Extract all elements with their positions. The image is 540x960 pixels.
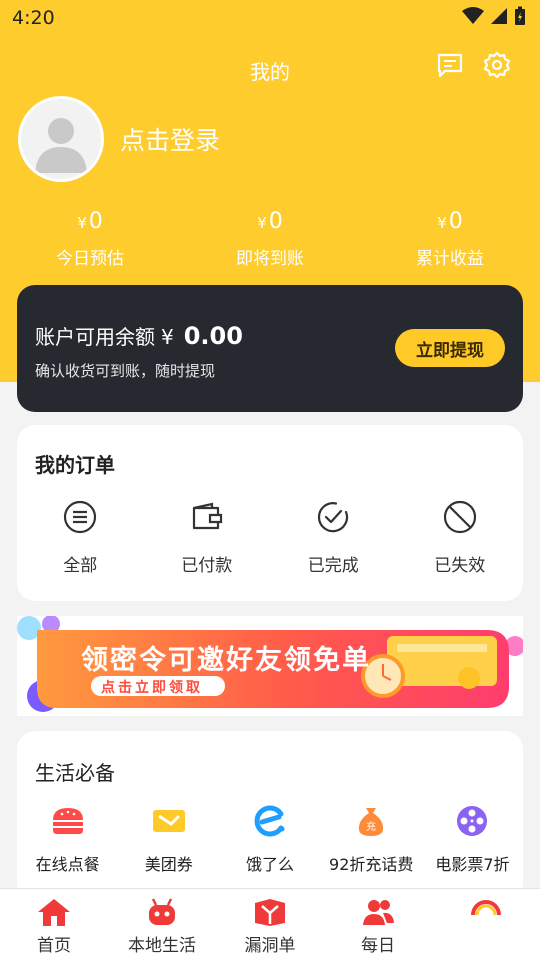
wifi-icon [462, 7, 484, 29]
stat-currency: ¥ [437, 214, 447, 232]
order-item-expired[interactable]: 已失效 [397, 497, 524, 576]
message-icon [436, 52, 464, 82]
life-item-label: 饿了么 [246, 855, 295, 874]
orders-title: 我的订单 [35, 453, 115, 477]
ticket-icon [149, 801, 189, 841]
gift-box-icon [251, 895, 289, 929]
life-essentials-card: 生活必备 在线点餐 美团券 饿了么 充 92折充话费 电影票7折 [17, 731, 523, 901]
order-item-label: 全部 [63, 556, 98, 576]
stat-label: 累计收益 [416, 249, 484, 269]
stat-currency: ¥ [77, 214, 87, 232]
list-icon [60, 497, 100, 537]
bottom-tab-bar: 首页 本地生活 漏洞单 每日 [0, 888, 540, 960]
order-items: 全部 已付款 已完成 已失效 [17, 497, 523, 576]
life-item-label: 92折充话费 [329, 855, 414, 874]
balance-amount: 0.00 [183, 322, 243, 350]
banner-headline: 领密令可邀好友领免单 [81, 645, 371, 676]
money-bag-icon: 充 [351, 801, 391, 841]
eleme-icon [250, 801, 290, 841]
life-item-label: 电影票7折 [435, 855, 510, 874]
battery-icon [514, 6, 526, 30]
balance-currency: ¥ [161, 325, 174, 349]
status-bar: 4:20 [0, 0, 540, 36]
promo-banner[interactable]: 领密令可邀好友领免单 点击立即领取 [17, 616, 523, 716]
check-circle-icon [313, 497, 353, 537]
avatar[interactable] [18, 96, 104, 182]
tab-daily[interactable]: 每日 [324, 889, 432, 960]
tab-my[interactable] [432, 889, 540, 960]
life-item-meituan-coupon[interactable]: 美团券 [118, 801, 219, 875]
my-icon [467, 895, 505, 929]
order-item-completed[interactable]: 已完成 [270, 497, 397, 576]
stat-label: 即将到账 [236, 249, 304, 269]
robot-icon [143, 895, 181, 929]
signal-icon [490, 7, 508, 29]
stat-label: 今日预估 [56, 249, 124, 269]
withdraw-button[interactable]: 立即提现 [395, 329, 505, 367]
svg-text:充: 充 [366, 820, 376, 833]
balance-title: 账户可用余额 [35, 325, 155, 349]
stat-total[interactable]: ¥0 累计收益 [360, 206, 540, 269]
orders-card: 我的订单 全部 已付款 已完成 已失效 [17, 425, 523, 601]
earnings-stats: ¥0 今日预估 ¥0 即将到账 ¥0 累计收益 [0, 206, 540, 269]
life-item-label: 美团券 [144, 855, 193, 874]
login-row[interactable]: 点击登录 [18, 96, 220, 182]
order-item-label: 已失效 [434, 556, 486, 576]
tab-loophole-deals[interactable]: 漏洞单 [216, 889, 324, 960]
stat-value: 0 [88, 209, 103, 234]
stat-value: 0 [448, 209, 463, 234]
tab-home[interactable]: 首页 [0, 889, 108, 960]
life-item-phone-recharge[interactable]: 充 92折充话费 [321, 801, 422, 875]
message-button[interactable] [434, 51, 466, 83]
tab-local-life[interactable]: 本地生活 [108, 889, 216, 960]
login-link[interactable]: 点击登录 [120, 121, 220, 157]
users-icon [359, 895, 397, 929]
balance-card: 账户可用余额 ¥ 0.00 确认收货可到账，随时提现 立即提现 [17, 285, 523, 412]
home-icon [35, 895, 73, 929]
stat-currency: ¥ [257, 214, 267, 232]
status-icons [462, 6, 526, 30]
balance-title-row: 账户可用余额 ¥ 0.00 [35, 321, 243, 350]
banner-cta[interactable]: 点击立即领取 [101, 677, 203, 697]
life-items: 在线点餐 美团券 饿了么 充 92折充话费 电影票7折 [17, 801, 523, 875]
life-item-eleme[interactable]: 饿了么 [219, 801, 320, 875]
balance-subtitle: 确认收货可到账，随时提现 [35, 362, 216, 380]
tab-label: 首页 [37, 936, 71, 956]
life-item-online-order[interactable]: 在线点餐 [17, 801, 118, 875]
life-item-movie-ticket[interactable]: 电影票7折 [422, 801, 523, 875]
burger-icon [48, 801, 88, 841]
stat-upcoming[interactable]: ¥0 即将到账 [180, 206, 360, 269]
ban-icon [440, 497, 480, 537]
life-item-label: 在线点餐 [35, 855, 100, 874]
tab-label: 每日 [361, 936, 395, 956]
tab-label: 漏洞单 [244, 936, 296, 956]
tab-label: 本地生活 [128, 936, 196, 956]
wallet-icon [187, 497, 227, 537]
status-time: 4:20 [12, 7, 55, 29]
order-item-label: 已完成 [307, 556, 359, 576]
stat-value: 0 [268, 209, 283, 234]
film-reel-icon [452, 801, 492, 841]
stat-today-estimate[interactable]: ¥0 今日预估 [0, 206, 180, 269]
life-title: 生活必备 [35, 761, 115, 785]
order-item-all[interactable]: 全部 [17, 497, 144, 576]
settings-button[interactable] [481, 51, 513, 83]
order-item-paid[interactable]: 已付款 [144, 497, 271, 576]
order-item-label: 已付款 [181, 556, 233, 576]
gear-icon [483, 51, 511, 83]
header: 我的 [0, 46, 540, 90]
